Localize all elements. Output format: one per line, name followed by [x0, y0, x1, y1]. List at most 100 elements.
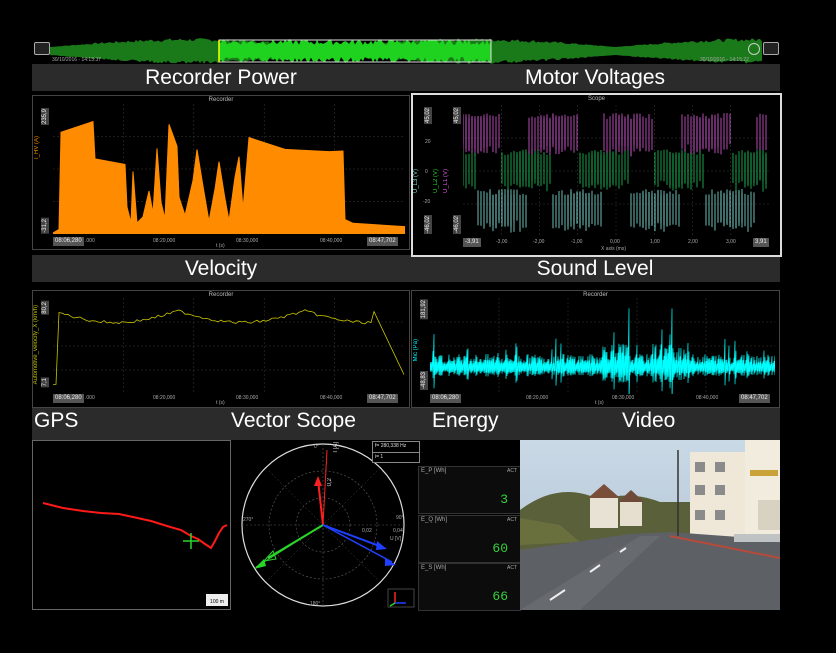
y-max-label: 45,02 [424, 107, 432, 125]
y-min-label: -31,2 [41, 218, 49, 234]
scope-plot [463, 105, 769, 237]
recorder-power-chart[interactable]: Recorder I_HV (A) 235,9 -31,2 .000 08:20… [32, 95, 410, 250]
velocity-chart[interactable]: Recorder Automotive_velocity_X (km/h) 80… [32, 290, 410, 408]
x-tick: 08:40,000 [320, 238, 343, 244]
power-series [53, 120, 405, 234]
x-tick: 1,00 [650, 239, 660, 245]
energy-meter-eq: E_Q [Wh] ACT 60 [418, 515, 521, 563]
map-scale-bar: 100 m [205, 593, 229, 607]
y-min-label: 7,1 [41, 377, 49, 388]
velocity-header: Velocity [32, 255, 410, 282]
meter-mode: ACT [507, 468, 517, 474]
video-label: Video [622, 409, 676, 432]
chart-title: Scope [587, 96, 605, 102]
map-scale-label: 100 m [210, 599, 224, 605]
vector-scope-label: Vector Scope [231, 409, 356, 432]
x-tick: 2,00 [688, 239, 698, 245]
current-scale-label: 0,2 [327, 478, 333, 487]
gps-label: GPS [34, 409, 79, 432]
x-end-label: 08:47,702 [367, 237, 398, 246]
chart-title: Recorder [208, 97, 234, 103]
vector-l1-voltage [322, 449, 328, 526]
x-tick: 08:40,000 [320, 395, 343, 401]
x-axis-label: t (s) [595, 400, 604, 406]
y-max-label: 235,9 [41, 108, 49, 126]
angle-0-label: 0° [314, 444, 319, 450]
voltage-axis-label: U [V] [390, 536, 402, 542]
vector-l1-current [317, 479, 324, 526]
recorder-power-header: Recorder Power [32, 64, 410, 91]
voltage-scale-label: 0,02 [362, 528, 372, 534]
y-axis-label: I_HV (A) [34, 136, 40, 160]
y-axis-label: U_L1 (V) [443, 169, 449, 194]
energy-label: Energy [432, 409, 499, 432]
gps-position-marker [183, 533, 199, 549]
energy-meter-es: E_S [Wh] ACT 66 [418, 563, 521, 611]
x-axis-label: t (s) [216, 243, 225, 249]
video-frame[interactable] [520, 440, 780, 610]
x-end-label: 3,91 [753, 238, 769, 247]
order-readout: i= 1 [372, 452, 420, 463]
y-tick: 20 [425, 139, 431, 145]
x-tick: 08:30,000 [236, 395, 259, 401]
overview-start-time: 30/10/2016 - 14:13:37 [52, 57, 101, 63]
x-tick: 0,00 [610, 239, 620, 245]
power-plot [53, 104, 405, 234]
y-axis-label: Automotive_velocity_X (km/h) [33, 305, 39, 385]
x-end-label: 08:47,702 [739, 394, 770, 403]
y-max-label: 45,02 [453, 107, 461, 125]
meter-mode: ACT [507, 565, 517, 571]
meter-name: E_S [Wh] [421, 565, 447, 571]
current-axis-label: I [A] [333, 442, 339, 453]
x-tick: 08:20,000 [153, 395, 176, 401]
y-min-label: -46,02 [424, 215, 432, 235]
meter-name: E_Q [Wh] [421, 517, 448, 523]
meter-mode: ACT [507, 517, 517, 523]
x-tick: 08:30,000 [236, 238, 259, 244]
x-axis-label: X axis (ms) [601, 246, 626, 252]
x-tick: 08:20,000 [153, 238, 176, 244]
y-tick: 0 [425, 169, 428, 175]
vector-l3-voltage [322, 524, 393, 563]
sound-level-header: Sound Level [410, 255, 780, 282]
x-tick: .000 [85, 395, 95, 401]
y-axis-label: Mic (Pa) [413, 339, 419, 362]
angle-180-label: 180° [310, 601, 321, 607]
motor-voltages-scope[interactable]: Scope 45,02 -46,02 45,02 -46,02 U_L3 (V)… [411, 93, 782, 257]
y-axis-label: U_L2 (V) [433, 169, 439, 194]
meter-value: 66 [492, 589, 508, 604]
x-axis-label: t (s) [216, 400, 225, 406]
gps-map[interactable]: 100 m [32, 440, 231, 610]
x-start-label: 08:06,280 [430, 394, 461, 403]
x-tick: -1,00 [571, 239, 583, 245]
x-end-label: 08:47,702 [367, 394, 398, 403]
film-icon[interactable] [34, 42, 50, 55]
x-tick: .000 [85, 238, 95, 244]
y-tick: -20 [423, 199, 431, 205]
clock-icon[interactable] [748, 43, 760, 55]
vector-l2-voltage [255, 524, 324, 568]
x-tick: 08:20,000 [526, 395, 549, 401]
y-max-label: 80,2 [41, 301, 49, 315]
energy-meter-ep: E_P [Wh] ACT 3 [418, 466, 521, 514]
x-tick: 3,00 [726, 239, 736, 245]
x-start-label: -3,91 [463, 238, 481, 247]
x-start-label: 08:06,280 [53, 394, 84, 403]
y-min-label: -48,83 [420, 371, 428, 391]
x-tick: 08:40,000 [696, 395, 719, 401]
overview-end-time: 30/10/2016 - 14:15:22 [700, 57, 749, 63]
x-tick: -3,00 [496, 239, 508, 245]
overview-waveform[interactable] [50, 38, 762, 64]
sound-plot [430, 298, 775, 394]
angle-90-label: 90° [396, 515, 404, 521]
film-icon-right[interactable] [763, 42, 779, 55]
motor-voltages-header: Motor Voltages [410, 64, 780, 91]
velocity-series [53, 309, 405, 385]
angle-270-label: 270° [243, 517, 254, 523]
voltage-scale-label: 0,04 [393, 528, 403, 534]
sound-level-chart[interactable]: Recorder Mic (Pa) 181,92 -48,83 08:20,00… [411, 290, 780, 408]
sound-series [430, 308, 775, 394]
vector-scope[interactable]: 0° 90° 180° 270° I [A] 0,2 0,02 0,04 U [… [232, 440, 420, 610]
meter-value: 3 [500, 492, 508, 507]
video-road-scene [520, 440, 780, 610]
